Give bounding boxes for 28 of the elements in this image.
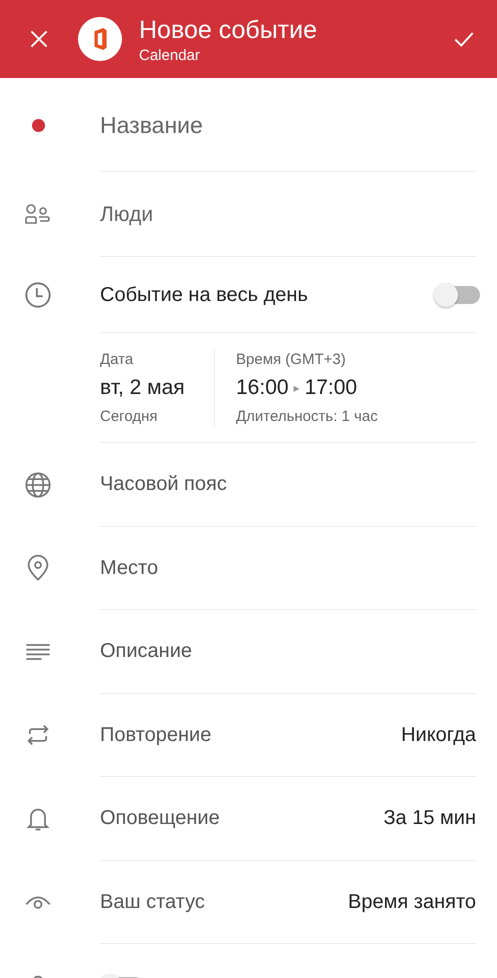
row-label[interactable]: Место bbox=[100, 556, 476, 580]
clock-icon bbox=[24, 281, 52, 309]
row-value[interactable]: За 15 мин bbox=[383, 807, 476, 830]
window-title: Новое событие bbox=[139, 14, 318, 44]
all-day-switch[interactable] bbox=[436, 286, 480, 304]
date-label: Дата bbox=[100, 350, 134, 368]
time-label: Время (GMT+3) bbox=[236, 350, 346, 368]
start-time: 16:00 bbox=[236, 376, 289, 400]
row-value[interactable]: Никогда bbox=[401, 724, 476, 747]
date-note: Сегодня bbox=[100, 408, 158, 424]
row-label[interactable]: Оповещение bbox=[100, 807, 384, 830]
row-label[interactable]: Повторение bbox=[100, 724, 402, 747]
window-subtitle: Calendar bbox=[139, 46, 200, 64]
row-label[interactable]: Описание bbox=[100, 640, 476, 664]
end-time: 17:00 bbox=[304, 376, 358, 400]
duration-text: Длительность: 1 час bbox=[236, 408, 378, 424]
globe-icon bbox=[24, 470, 52, 499]
row-label[interactable]: Часовой пояс bbox=[100, 473, 476, 496]
row-value[interactable]: Время занято bbox=[348, 890, 476, 914]
date-picker[interactable]: Дата вт, 2 мая Сегодня bbox=[100, 346, 215, 428]
time-picker[interactable]: Время (GMT+3) 16:00 ▸ 17:00 Длительность: 1 час bbox=[215, 350, 378, 424]
arrow-icon: ▸ bbox=[294, 380, 300, 394]
title-field[interactable]: Название bbox=[100, 112, 476, 138]
date-value: вт, 2 мая bbox=[100, 376, 185, 400]
all-day-label: Событие на весь день bbox=[100, 284, 309, 306]
row-label[interactable]: Ваш статус bbox=[100, 890, 348, 914]
people-field[interactable]: Люди bbox=[100, 202, 476, 226]
app-logo-icon bbox=[78, 17, 122, 61]
